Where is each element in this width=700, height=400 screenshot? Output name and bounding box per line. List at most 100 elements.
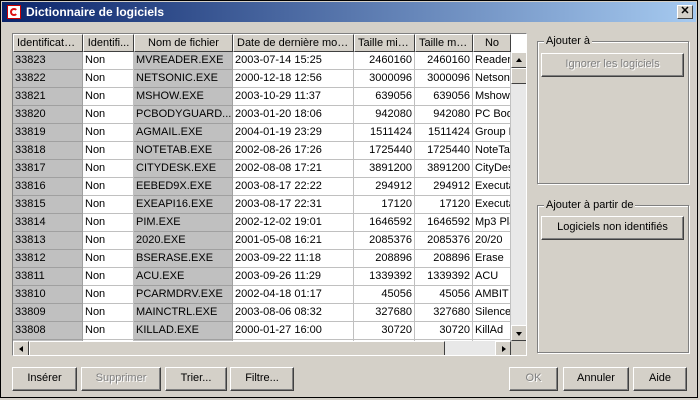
cell-col-modified-date: 2003-10-29 11:37 — [233, 88, 354, 106]
cell-col-identified: Non — [83, 88, 134, 106]
cell-col-id: 33815 — [13, 196, 83, 214]
header-col-max-size[interactable]: Taille ma... — [415, 34, 473, 52]
vertical-scroll-thumb[interactable] — [511, 68, 526, 84]
table-row[interactable]: 33815 Non EXEAPI16.EXE 2003-08-17 22:31 1712… — [13, 196, 511, 214]
cell-col-identified: Non — [83, 232, 134, 250]
cell-col-name: Netsoni — [473, 70, 511, 88]
table-row[interactable]: 33823 Non MVREADER.EXE 2003-07-14 15:25 2460… — [13, 52, 511, 70]
cell-col-filename: PIM.EXE — [134, 214, 233, 232]
cell-col-min-size: 639056 — [354, 88, 415, 106]
delete-button[interactable]: Supprimer — [81, 367, 161, 391]
vertical-scrollbar[interactable] — [511, 52, 526, 341]
cell-col-modified-date: 2004-01-19 23:29 — [233, 124, 354, 142]
cell-col-filename: AGMAIL.EXE — [134, 124, 233, 142]
cell-col-identified: Non — [83, 268, 134, 286]
cell-col-filename: PCARMDRV.EXE — [134, 286, 233, 304]
cell-col-max-size: 2085376 — [415, 232, 473, 250]
close-button[interactable]: ✕ — [677, 5, 693, 19]
cell-col-id: 33823 — [13, 52, 83, 70]
cell-col-max-size: 639056 — [415, 88, 473, 106]
table-row[interactable]: 33808 Non KILLAD.EXE 2000-01-27 16:00 30720 3… — [13, 322, 511, 340]
cell-col-max-size: 327680 — [415, 304, 473, 322]
cell-col-identified: Non — [83, 142, 134, 160]
table-row[interactable]: 33809 Non MAINCTRL.EXE 2003-08-06 08:32 3276… — [13, 304, 511, 322]
cell-col-filename: MVREADER.EXE — [134, 52, 233, 70]
cell-col-filename: CITYDESK.EXE — [134, 160, 233, 178]
insert-button[interactable]: Insérer — [12, 367, 77, 391]
cell-col-max-size: 17120 — [415, 196, 473, 214]
header-col-identified[interactable]: Identifi... — [83, 34, 134, 52]
ignore-software-button[interactable]: Ignorer les logiciels — [541, 53, 684, 77]
scroll-down-button[interactable] — [511, 325, 526, 341]
cell-col-modified-date: 2000-12-18 12:56 — [233, 70, 354, 88]
cell-col-identified: Non — [83, 304, 134, 322]
header-col-modified-date[interactable]: Date de dernière mod... — [233, 34, 354, 52]
table-row[interactable]: 33821 Non MSHOW.EXE 2003-10-29 11:37 639056 6… — [13, 88, 511, 106]
header-col-id[interactable]: Identificate... — [13, 34, 83, 52]
cell-col-modified-date: 2003-08-17 22:22 — [233, 178, 354, 196]
ok-button[interactable]: OK — [509, 367, 558, 391]
cell-col-id: 33817 — [13, 160, 83, 178]
cell-col-identified: Non — [83, 106, 134, 124]
cell-col-max-size: 1339392 — [415, 268, 473, 286]
cell-col-identified: Non — [83, 70, 134, 88]
cell-col-max-size: 942080 — [415, 106, 473, 124]
cell-col-id: 33813 — [13, 232, 83, 250]
cell-col-identified: Non — [83, 160, 134, 178]
header-col-min-size[interactable]: Taille min... — [354, 34, 415, 52]
cell-col-id: 33822 — [13, 70, 83, 88]
scroll-up-button[interactable] — [511, 52, 526, 68]
table-row[interactable]: 33810 Non PCARMDRV.EXE 2002-04-18 01:17 4505… — [13, 286, 511, 304]
table-row[interactable]: 33819 Non AGMAIL.EXE 2004-01-19 23:29 151142… — [13, 124, 511, 142]
cell-col-min-size: 294912 — [354, 178, 415, 196]
table-row[interactable]: 33811 Non ACU.EXE 2003-09-26 11:29 1339392 13… — [13, 268, 511, 286]
cell-col-min-size: 30720 — [354, 322, 415, 340]
horizontal-scrollbar[interactable] — [13, 341, 511, 355]
table-row[interactable]: 33813 Non 2020.EXE 2001-05-08 16:21 2085376 2… — [13, 232, 511, 250]
cell-col-min-size: 2085376 — [354, 232, 415, 250]
cell-col-filename: PCBODYGUARD.... — [134, 106, 233, 124]
cell-col-id: 33814 — [13, 214, 83, 232]
header-col-name[interactable]: No — [473, 34, 511, 52]
cell-col-name: Executa — [473, 178, 511, 196]
cell-col-filename: NOTETAB.EXE — [134, 142, 233, 160]
cell-col-name: Mp3 Pla — [473, 214, 511, 232]
help-button[interactable]: Aide — [633, 367, 687, 391]
cell-col-id: 33821 — [13, 88, 83, 106]
table-row[interactable]: 33818 Non NOTETAB.EXE 2002-08-26 17:26 17254… — [13, 142, 511, 160]
table-row[interactable]: 33814 Non PIM.EXE 2002-12-02 19:01 1646592 16… — [13, 214, 511, 232]
cell-col-id: 33809 — [13, 304, 83, 322]
scroll-left-button[interactable] — [13, 341, 29, 355]
cell-col-min-size: 1339392 — [354, 268, 415, 286]
sort-button[interactable]: Trier... — [165, 367, 227, 391]
cell-col-filename: EXEAPI16.EXE — [134, 196, 233, 214]
table-row[interactable]: 33812 Non BSERASE.EXE 2003-09-22 11:18 20889… — [13, 250, 511, 268]
cell-col-identified: Non — [83, 196, 134, 214]
cell-col-name: Executa — [473, 196, 511, 214]
cell-col-id: 33812 — [13, 250, 83, 268]
cell-col-identified: Non — [83, 178, 134, 196]
horizontal-scroll-thumb[interactable] — [29, 341, 445, 355]
unidentified-software-button[interactable]: Logiciels non identifiés — [541, 216, 684, 240]
header-col-filename[interactable]: Nom de fichier — [134, 34, 233, 52]
cell-col-filename: EEBED9X.EXE — [134, 178, 233, 196]
scroll-right-button[interactable] — [495, 341, 511, 355]
cell-col-modified-date: 2003-08-17 22:31 — [233, 196, 354, 214]
filter-button[interactable]: Filtre... — [230, 367, 294, 391]
cell-col-min-size: 3000096 — [354, 70, 415, 88]
cell-col-modified-date: 2002-08-26 17:26 — [233, 142, 354, 160]
add-from-label: Ajouter à partir de — [544, 199, 636, 211]
add-to-label: Ajouter à — [544, 35, 593, 47]
cell-col-filename: BSERASE.EXE — [134, 250, 233, 268]
cell-col-modified-date: 2003-08-06 08:32 — [233, 304, 354, 322]
table-row[interactable]: 33816 Non EEBED9X.EXE 2003-08-17 22:22 29491… — [13, 178, 511, 196]
cancel-button[interactable]: Annuler — [563, 367, 629, 391]
cell-col-filename: KILLAD.EXE — [134, 322, 233, 340]
cell-col-max-size: 3000096 — [415, 70, 473, 88]
cell-col-modified-date: 2002-12-02 19:01 — [233, 214, 354, 232]
table-row[interactable]: 33822 Non NETSONIC.EXE 2000-12-18 12:56 3000… — [13, 70, 511, 88]
cell-col-min-size: 1511424 — [354, 124, 415, 142]
table-row[interactable]: 33817 Non CITYDESK.EXE 2002-08-08 17:21 3891… — [13, 160, 511, 178]
cell-col-name: PC Bod — [473, 106, 511, 124]
table-row[interactable]: 33820 Non PCBODYGUARD.... 2003-01-20 18:06 9… — [13, 106, 511, 124]
